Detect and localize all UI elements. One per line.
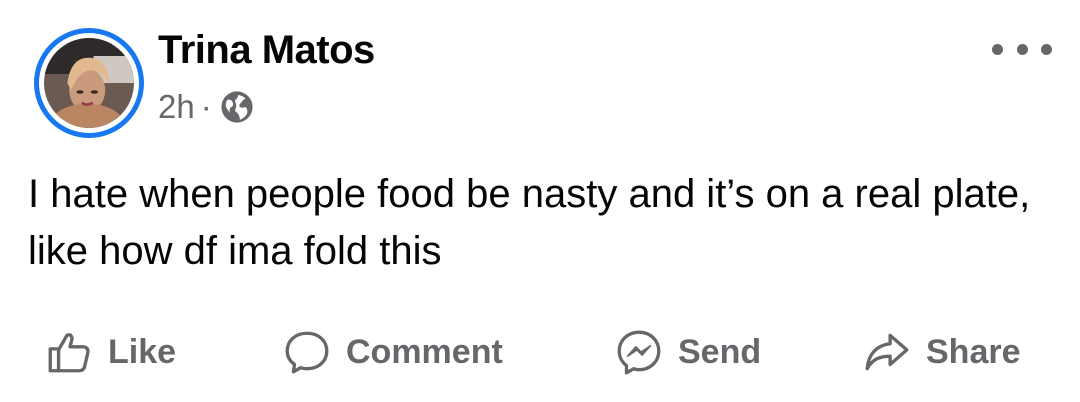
- like-label: Like: [108, 332, 177, 371]
- post-card: Trina Matos 2h · I hate when people food…: [0, 0, 1080, 402]
- more-dot-icon: [992, 43, 1003, 55]
- more-dot-icon: [1041, 43, 1052, 55]
- thumbs-up-icon: [48, 333, 90, 373]
- send-button[interactable]: Send: [614, 322, 761, 382]
- share-button[interactable]: Share: [862, 322, 1021, 382]
- meta-separator: ·: [200, 88, 212, 125]
- like-button[interactable]: Like: [44, 322, 176, 382]
- more-options-button[interactable]: [992, 34, 1052, 64]
- avatar-photo: [44, 38, 134, 128]
- share-label: Share: [926, 332, 1021, 371]
- comment-button[interactable]: Comment: [282, 322, 503, 382]
- avatar[interactable]: [44, 38, 134, 128]
- comment-label: Comment: [346, 332, 503, 371]
- globe-icon[interactable]: [220, 90, 254, 124]
- avatar-story-ring[interactable]: [34, 28, 144, 138]
- messenger-icon: [617, 330, 661, 375]
- share-arrow-icon: [865, 333, 909, 371]
- comment-bubble-icon: [285, 331, 329, 374]
- post-time[interactable]: 2h: [158, 88, 195, 126]
- post-text: I hate when people food be nasty and it’…: [28, 172, 1031, 273]
- author-name[interactable]: Trina Matos: [158, 28, 375, 73]
- post-meta: 2h ·: [158, 88, 254, 126]
- action-bar: Like Comment Send Share: [0, 322, 1080, 382]
- more-dot-icon: [1016, 43, 1028, 55]
- send-label: Send: [678, 332, 762, 371]
